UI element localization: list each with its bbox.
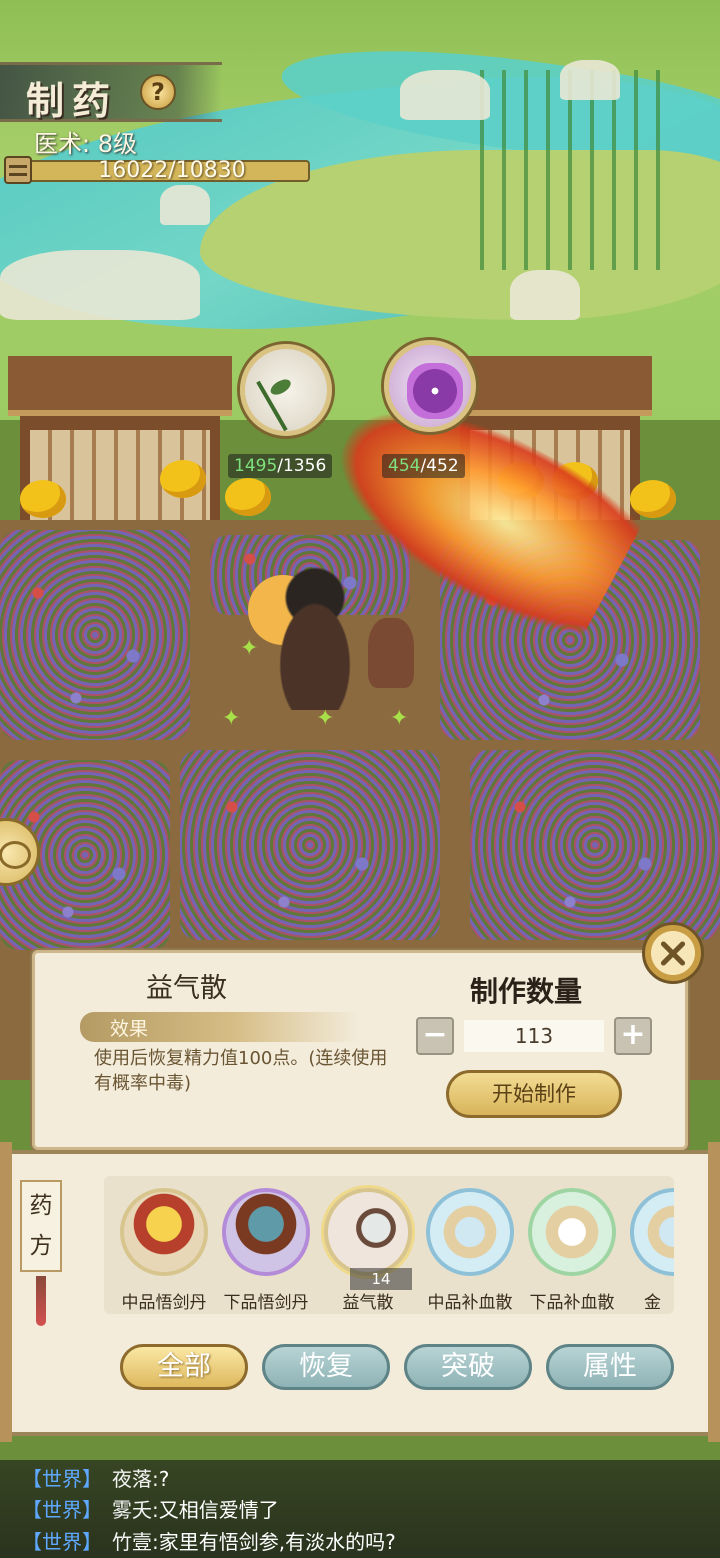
- sprout-icon: ✦: [240, 636, 259, 661]
- skill-level: 医术: 8级: [34, 124, 137, 159]
- close-icon[interactable]: [642, 922, 704, 984]
- chat-sender: 夜落:: [112, 1467, 159, 1491]
- recipe-items-strip[interactable]: 中品悟剑丹 下品悟剑丹 14 益气散 中品补血散 下品补血散 金: [104, 1176, 674, 1314]
- recipe-name: 益气散: [146, 973, 227, 1004]
- recipe-item[interactable]: 下品补血散: [522, 1184, 622, 1313]
- decrease-button[interactable]: −: [416, 1017, 454, 1055]
- blue-pill-icon: [222, 1188, 310, 1276]
- herb-count: 454/452: [382, 454, 465, 478]
- chat-message: 【世界】 竹壹:家里有悟剑参,有淡水的吗?: [22, 1526, 396, 1555]
- panel-frame-right: [708, 1142, 720, 1442]
- quantity-title: 制作数量: [470, 975, 583, 1008]
- reeds: [160, 185, 210, 225]
- item-count-badge: 14: [350, 1268, 412, 1290]
- chicken: [20, 480, 66, 518]
- chat-text: 又相信爱情了: [158, 1498, 279, 1522]
- help-button[interactable]: ?: [140, 74, 176, 110]
- powder-icon: [630, 1188, 674, 1276]
- exp-text: 16022/10830: [98, 158, 246, 183]
- skill-label: 医术:: [34, 130, 91, 158]
- chicken: [160, 460, 206, 498]
- chat-message: 【世界】 夜落:?: [22, 1463, 169, 1492]
- recipe-item[interactable]: 14 益气散: [318, 1184, 418, 1313]
- recipe-item[interactable]: 中品悟剑丹: [114, 1184, 214, 1313]
- sprout-icon: ✦: [390, 706, 409, 731]
- player-character[interactable]: [255, 560, 375, 710]
- gold-pill-icon: [120, 1188, 208, 1276]
- chat-sender: 竹壹:: [112, 1530, 159, 1554]
- reeds: [510, 270, 580, 320]
- reeds: [560, 60, 620, 100]
- reeds: [400, 70, 490, 120]
- sprout-icon: ✦: [316, 706, 335, 731]
- filter-breakthrough-button[interactable]: 突破: [404, 1344, 532, 1390]
- recipe-item-name: 益气散: [342, 1293, 394, 1313]
- recipe-item-name: 下品悟剑丹: [223, 1293, 309, 1313]
- recipe-item-name: 中品悟剑丹: [121, 1293, 207, 1313]
- chicken: [225, 478, 271, 516]
- bamboo-grove: [480, 70, 670, 270]
- effect-label: 效果: [110, 1018, 149, 1040]
- chat-channel[interactable]: 【世界】: [22, 1498, 102, 1522]
- herb-plot[interactable]: [0, 530, 190, 740]
- reeds: [0, 250, 200, 320]
- clay-urn: [368, 618, 414, 688]
- chat-text: 家里有悟剑参,有淡水的吗?: [158, 1530, 396, 1554]
- vase-icon: [324, 1188, 412, 1276]
- sprout-icon: ✦: [222, 706, 241, 731]
- skill-value: 8级: [97, 130, 138, 158]
- powder-icon: [426, 1188, 514, 1276]
- effect-description: 使用后恢复精力值100点。(连续使用有概率中毒): [94, 1048, 388, 1094]
- tassel-icon: [36, 1276, 46, 1326]
- chat-text: ?: [158, 1467, 170, 1491]
- filter-all-button[interactable]: 全部: [120, 1344, 248, 1390]
- recipe-item[interactable]: 下品悟剑丹: [216, 1184, 316, 1313]
- scroll-stack-icon: [4, 156, 32, 184]
- page-title: 制药: [26, 78, 119, 123]
- powder-icon: [528, 1188, 616, 1276]
- purple-flower-icon[interactable]: [384, 340, 476, 432]
- panel-frame-left: [0, 1142, 12, 1442]
- chat-channel[interactable]: 【世界】: [22, 1467, 102, 1491]
- chat-channel[interactable]: 【世界】: [22, 1530, 102, 1554]
- recipe-scroll-label: 药方: [20, 1180, 62, 1272]
- herb-plot[interactable]: [180, 750, 440, 940]
- recipe-item[interactable]: 中品补血散: [420, 1184, 520, 1313]
- herb-owned: 454: [388, 456, 421, 476]
- filter-restore-button[interactable]: 恢复: [262, 1344, 390, 1390]
- herb-owned: 1495: [234, 456, 278, 476]
- recipe-item-name: 下品补血散: [529, 1293, 615, 1313]
- start-crafting-button[interactable]: 开始制作: [446, 1070, 622, 1118]
- herb-count: 1495/1356: [228, 454, 333, 478]
- quantity-input[interactable]: [464, 1020, 604, 1052]
- chat-message: 【世界】 雾夭:又相信爱情了: [22, 1494, 279, 1523]
- increase-button[interactable]: +: [614, 1017, 652, 1055]
- recipe-item-name: 金: [644, 1293, 661, 1313]
- chat-sender: 雾夭:: [112, 1498, 159, 1522]
- recipe-item[interactable]: 金: [624, 1184, 674, 1313]
- herb-required: /1356: [277, 456, 327, 476]
- herb-plot[interactable]: [470, 750, 720, 940]
- herb-required: /452: [420, 456, 459, 476]
- recipe-item-name: 中品补血散: [427, 1293, 513, 1313]
- leaf-herb-icon[interactable]: [240, 344, 332, 436]
- filter-attribute-button[interactable]: 属性: [546, 1344, 674, 1390]
